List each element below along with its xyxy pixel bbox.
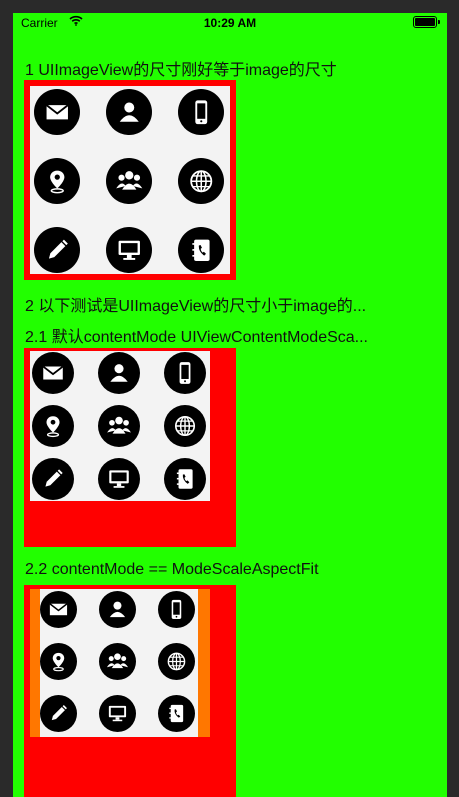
location-icon xyxy=(40,643,77,680)
mail-icon xyxy=(40,591,77,628)
section-2-label: 2 以下测试是UIImageView的尺寸小于image的... xyxy=(25,298,367,315)
contacts-icon xyxy=(158,695,195,732)
section-2-1-label: 2.1 默认contentMode UIViewContentModeSca..… xyxy=(25,329,369,346)
image-1 xyxy=(30,86,230,274)
group-icon xyxy=(106,158,152,204)
group-icon xyxy=(98,405,140,447)
image-view-2-1 xyxy=(24,348,236,547)
user-icon xyxy=(98,352,140,394)
location-icon xyxy=(34,158,80,204)
monitor-icon xyxy=(98,458,140,500)
status-bar: Carrier 10:29 AM xyxy=(13,13,447,33)
image-2-2 xyxy=(40,589,198,737)
phone-icon xyxy=(158,591,195,628)
mail-icon xyxy=(34,89,80,135)
image-2-1 xyxy=(30,351,210,501)
globe-icon xyxy=(158,643,195,680)
section-2-2-label: 2.2 contentMode == ModeScaleAspectFit xyxy=(25,561,319,578)
globe-icon xyxy=(164,405,206,447)
clock: 10:29 AM xyxy=(203,16,257,30)
pencil-icon xyxy=(32,458,74,500)
section-1-label: 1 UIImageView的尺寸刚好等于image的尺寸 xyxy=(25,62,337,79)
mail-icon xyxy=(32,352,74,394)
globe-icon xyxy=(178,158,224,204)
group-icon xyxy=(99,643,136,680)
image-view-1 xyxy=(24,80,236,280)
location-icon xyxy=(32,405,74,447)
battery-icon xyxy=(413,16,440,28)
aspect-fit-frame xyxy=(30,589,210,737)
phone-icon xyxy=(164,352,206,394)
pencil-icon xyxy=(34,227,80,273)
simulator-screen: Carrier 10:29 AM 1 UIImageView的尺寸刚好等于ima… xyxy=(13,13,447,797)
monitor-icon xyxy=(106,227,152,273)
contacts-icon xyxy=(164,458,206,500)
user-icon xyxy=(106,89,152,135)
phone-icon xyxy=(178,89,224,135)
pencil-icon xyxy=(40,695,77,732)
user-icon xyxy=(99,591,136,628)
image-view-2-2 xyxy=(24,585,236,797)
monitor-icon xyxy=(99,695,136,732)
contacts-icon xyxy=(178,227,224,273)
